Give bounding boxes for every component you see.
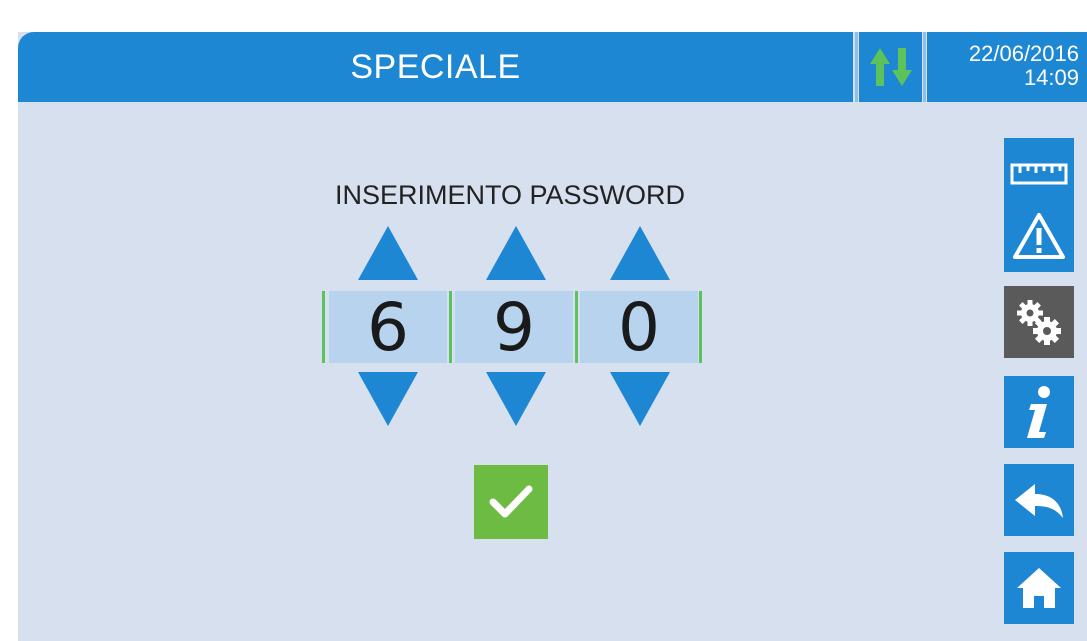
digit-2-field[interactable]: 9 (455, 288, 573, 366)
page-title: SPECIALE (350, 47, 521, 86)
time-label: 14:09 (1023, 65, 1079, 90)
password-title: INSERIMENTO PASSWORD (334, 180, 686, 210)
home-icon (1017, 568, 1061, 608)
digit-1-field[interactable]: 6 (329, 288, 447, 366)
io-status-indicator[interactable] (859, 32, 922, 102)
digit-border (575, 291, 578, 363)
digit-3-value: 0 (618, 288, 660, 366)
confirm-button[interactable] (474, 465, 548, 539)
digit-3-field[interactable]: 0 (580, 288, 698, 366)
gears-icon (1017, 300, 1061, 345)
digit-1-down-button[interactable] (358, 372, 418, 426)
digit-1-value: 6 (367, 288, 409, 366)
digit-2-up-button[interactable] (486, 226, 546, 280)
date-label: 22/06/2016 (968, 41, 1079, 66)
left-margin (0, 0, 18, 641)
info-icon (1027, 386, 1050, 438)
warning-icon (1013, 213, 1065, 259)
header-separator (923, 32, 926, 102)
digit-1-up-button[interactable] (358, 226, 418, 280)
datetime-display: 22/06/2016 14:09 (927, 32, 1087, 102)
header-separator (855, 32, 858, 102)
sidebar-item-settings[interactable] (1004, 286, 1074, 358)
back-arrow-icon (1015, 484, 1063, 518)
sidebar-item-info[interactable] (1004, 376, 1074, 448)
header-bar: SPECIALE (18, 32, 853, 102)
digit-3-down-button[interactable] (610, 372, 670, 426)
digit-2-down-button[interactable] (486, 372, 546, 426)
digit-border (699, 291, 702, 363)
hmi-screen: SPECIALE 22/06/2016 14:09 INSERIMENTO PA… (0, 0, 1087, 641)
digit-3-up-button[interactable] (610, 226, 670, 280)
ruler-icon (1010, 163, 1068, 185)
up-down-arrows-icon (869, 48, 912, 86)
sidebar-item-alarms[interactable] (1004, 200, 1074, 272)
sidebar-item-back[interactable] (1004, 464, 1074, 536)
top-margin (0, 0, 1087, 32)
digit-border (449, 291, 452, 363)
digit-2-value: 9 (493, 288, 535, 366)
checkmark-icon (489, 485, 533, 518)
sidebar-item-home[interactable] (1004, 552, 1074, 624)
digit-border (322, 291, 325, 363)
